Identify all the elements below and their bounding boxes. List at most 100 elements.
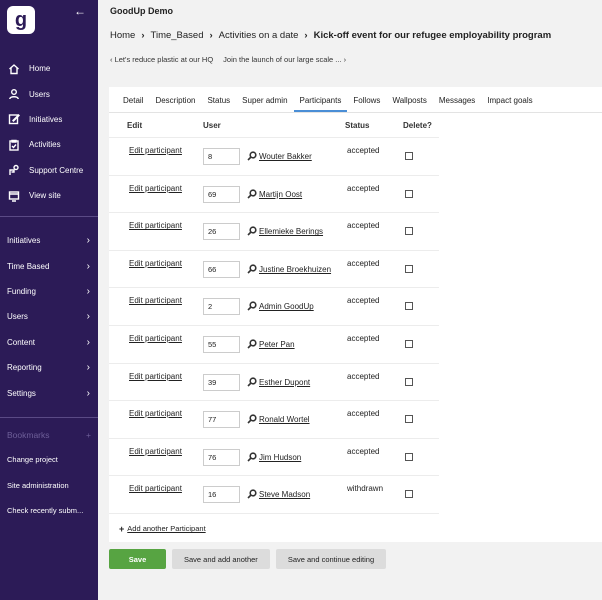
edit-participant-link[interactable]: Edit participant xyxy=(129,259,182,268)
save-button[interactable]: Save xyxy=(109,549,166,569)
search-icon[interactable] xyxy=(247,452,257,462)
change-project-link[interactable]: Change project xyxy=(0,447,98,472)
edit-participant-link[interactable]: Edit participant xyxy=(129,296,182,305)
save-and-continue-button[interactable]: Save and continue editing xyxy=(275,549,387,569)
participant-id-input[interactable] xyxy=(203,148,240,165)
participant-user-link[interactable]: Admin GoodUp xyxy=(259,302,314,311)
save-and-add-another-button[interactable]: Save and add another xyxy=(172,549,270,569)
delete-checkbox[interactable] xyxy=(405,227,413,236)
tab-impact-goals[interactable]: Impact goals xyxy=(481,96,538,112)
column-status: Status xyxy=(345,121,370,130)
previous-object-link[interactable]: ‹ Let's reduce plastic at our HQ xyxy=(110,55,213,64)
participant-id-input[interactable] xyxy=(203,411,240,429)
participant-id-input[interactable] xyxy=(203,223,240,241)
edit-participant-link[interactable]: Edit participant xyxy=(129,372,182,381)
search-icon[interactable] xyxy=(247,339,257,349)
edit-participant-link[interactable]: Edit participant xyxy=(129,146,182,155)
sidebar-group-funding[interactable]: Funding › xyxy=(0,279,98,304)
delete-checkbox[interactable] xyxy=(405,339,413,348)
sidebar-item-activities[interactable]: Activities xyxy=(0,132,98,157)
sidebar-item-support-centre[interactable]: Support Centre xyxy=(0,158,98,183)
participant-status: accepted xyxy=(347,258,380,268)
participant-status: withdrawn xyxy=(347,484,384,494)
plus-icon[interactable]: + xyxy=(86,430,91,440)
participant-id-input[interactable] xyxy=(203,486,240,504)
participant-user-link[interactable]: Ellemieke Berings xyxy=(259,227,323,236)
breadcrumb-activities[interactable]: Activities on a date xyxy=(219,30,299,41)
arrow-left-icon[interactable]: ← xyxy=(74,4,86,18)
sidebar-group-time-based[interactable]: Time Based › xyxy=(0,253,98,278)
search-icon[interactable] xyxy=(247,226,257,236)
delete-checkbox[interactable] xyxy=(405,415,413,424)
edit-participant-link[interactable]: Edit participant xyxy=(129,447,182,456)
sidebar: g ← Home Users Initiatives Activities Su… xyxy=(0,0,98,600)
search-icon[interactable] xyxy=(247,264,257,274)
search-icon[interactable] xyxy=(247,301,257,311)
tab-status[interactable]: Status xyxy=(201,96,236,112)
sidebar-item-label: Support Centre xyxy=(29,165,84,175)
edit-participant-link[interactable]: Edit participant xyxy=(129,221,182,230)
plus-icon: + xyxy=(119,523,125,534)
table-row: Edit participant Steve Madson withdrawn xyxy=(109,475,439,513)
chevron-right-icon: › xyxy=(86,235,90,247)
search-icon[interactable] xyxy=(247,376,257,387)
sidebar-item-view-site[interactable]: View site xyxy=(0,183,98,208)
participant-user-link[interactable]: Martijn Oost xyxy=(259,190,302,199)
participant-id-input[interactable] xyxy=(203,260,240,278)
tab-detail[interactable]: Detail xyxy=(117,96,149,112)
participant-user-link[interactable]: Justine Broekhuizen xyxy=(259,265,331,274)
delete-checkbox[interactable] xyxy=(405,490,413,499)
sidebar-item-users[interactable]: Users xyxy=(0,81,98,106)
search-icon[interactable] xyxy=(247,489,257,499)
sidebar-item-initiatives[interactable]: Initiatives xyxy=(0,107,98,132)
next-label: Join the launch of our large scale ... xyxy=(223,55,342,64)
edit-participant-link[interactable]: Edit participant xyxy=(129,484,182,493)
delete-checkbox[interactable] xyxy=(405,264,413,273)
edit-participant-link[interactable]: Edit participant xyxy=(129,184,182,193)
delete-checkbox[interactable] xyxy=(405,302,413,311)
participant-id-input[interactable] xyxy=(203,373,240,391)
participant-user-link[interactable]: Jim Hudson xyxy=(259,453,301,462)
tab-participants[interactable]: Participants xyxy=(293,96,348,112)
tab-messages[interactable]: Messages xyxy=(433,96,481,112)
tab-wallposts[interactable]: Wallposts xyxy=(386,96,432,112)
tab-super-admin[interactable]: Super admin xyxy=(236,96,293,112)
search-icon[interactable] xyxy=(247,414,257,424)
edit-participant-link[interactable]: Edit participant xyxy=(129,409,182,418)
delete-checkbox[interactable] xyxy=(405,452,413,461)
participant-id-input[interactable] xyxy=(203,185,240,203)
group-label: Content xyxy=(7,337,36,347)
participant-user-link[interactable]: Peter Pan xyxy=(259,340,295,349)
edit-participant-link[interactable]: Edit participant xyxy=(129,334,182,343)
participant-user-link[interactable]: Esther Dupont xyxy=(259,378,310,387)
tab-description[interactable]: Description xyxy=(149,96,201,112)
participant-id-input[interactable] xyxy=(203,448,240,466)
participant-user-link[interactable]: Steve Madson xyxy=(259,490,310,499)
sidebar-group-initiatives[interactable]: Initiatives › xyxy=(0,228,98,253)
delete-checkbox[interactable] xyxy=(405,377,413,386)
sidebar-group-content[interactable]: Content › xyxy=(0,330,98,355)
table-row: Edit participant Justine Broekhuizen accep… xyxy=(109,249,439,288)
check-recently-submitted-link[interactable]: Check recently subm... xyxy=(0,498,98,523)
participant-id-input[interactable] xyxy=(203,298,240,316)
site-administration-link[interactable]: Site administration xyxy=(0,472,98,497)
goodup-logo[interactable]: g xyxy=(7,6,35,34)
chevron-right-icon: › xyxy=(86,387,90,399)
sidebar-group-settings[interactable]: Settings › xyxy=(0,380,98,405)
sidebar-group-users[interactable]: Users › xyxy=(0,304,98,329)
breadcrumb-time-based[interactable]: Time_Based xyxy=(151,30,204,41)
add-participant-button[interactable]: + Add another Participant xyxy=(119,524,206,534)
sidebar-group-reporting[interactable]: Reporting › xyxy=(0,355,98,380)
tab-follows[interactable]: Follows xyxy=(347,96,386,112)
search-icon[interactable] xyxy=(247,188,257,199)
breadcrumb-home[interactable]: Home xyxy=(110,30,135,41)
search-icon[interactable] xyxy=(247,151,257,161)
participant-user-link[interactable]: Wouter Bakker xyxy=(259,152,312,161)
participant-id-input[interactable] xyxy=(203,335,240,353)
sidebar-item-home[interactable]: Home xyxy=(0,56,98,81)
participant-user-link[interactable]: Ronald Wortel xyxy=(259,415,310,424)
delete-checkbox[interactable] xyxy=(405,189,413,198)
delete-checkbox[interactable] xyxy=(405,152,413,160)
add-participant-row: + Add another Participant xyxy=(109,512,439,543)
next-object-link[interactable]: Join the launch of our large scale ... › xyxy=(223,55,346,64)
